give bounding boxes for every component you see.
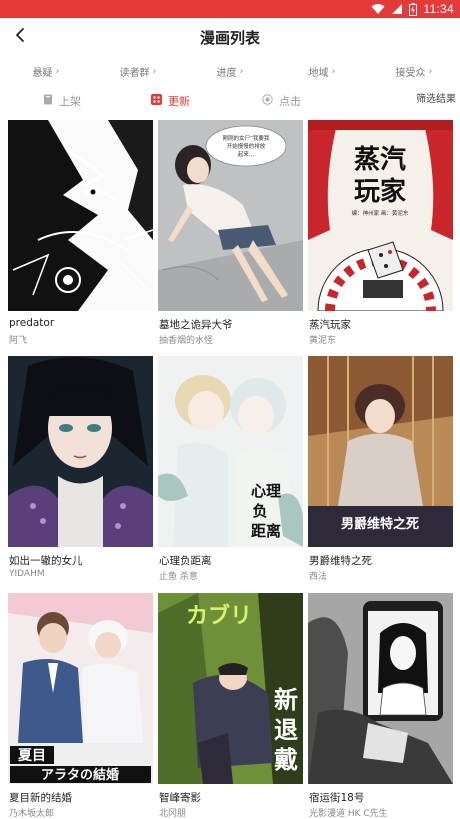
- cover-text: 起来...: [238, 150, 254, 158]
- comic-title: 宿运街18号: [309, 792, 365, 804]
- status-bar: 11:34: [0, 0, 460, 18]
- sort-tab-label: 上架: [59, 95, 81, 108]
- comic-author: 光影漫道 HK C先生: [309, 809, 388, 819]
- comic-author: 北冈朋: [159, 809, 187, 819]
- comic-cover: 夏目 アラタの結婚: [8, 593, 153, 784]
- cover-text: 刚刚的女尸”我要我: [223, 134, 270, 142]
- comic-title: 智峰寄影: [159, 792, 201, 804]
- comic-cover: カブリ 新 退 戴: [158, 593, 303, 784]
- status-time: 11:34: [423, 2, 454, 16]
- cover-text: 男爵维特之死: [341, 516, 419, 532]
- comic-title: 心理负距离: [159, 555, 212, 567]
- cover-text: 负: [252, 502, 267, 520]
- comic-cover: [308, 593, 453, 784]
- sort-tab-shelf[interactable]: 上架: [43, 90, 81, 112]
- filter-label: 读者群: [119, 67, 150, 79]
- cover-text: 戴: [274, 746, 298, 774]
- comic-cover: [8, 356, 153, 547]
- cover-text: 心理: [251, 482, 281, 500]
- book-icon: [43, 94, 53, 108]
- wifi-icon: [371, 3, 385, 15]
- comic-author: 抽香烟的水怪: [159, 336, 214, 346]
- cover-text: 新: [274, 686, 298, 714]
- click-icon: [262, 94, 273, 108]
- comic-cover: 刚刚的女尸”我要我 开始慢慢的排放 起来...: [158, 120, 303, 311]
- filter-audience[interactable]: 读者群 ›: [92, 60, 184, 82]
- chevron-right-icon: ›: [55, 65, 60, 77]
- comic-title: 墓地之诡异大爷: [159, 319, 233, 331]
- comic-title: 夏目新的结婚: [9, 792, 72, 804]
- cover-text: 退: [274, 716, 298, 744]
- sort-tab-update[interactable]: 更新: [151, 90, 190, 112]
- filter-label: 进度: [216, 67, 237, 79]
- sort-tabs: 上架 更新 点击 筛选结果: [0, 90, 460, 112]
- page-title: 漫画列表: [199, 29, 260, 47]
- comic-author: 黄泥东: [309, 336, 337, 346]
- cover-text: カブリ: [186, 603, 252, 629]
- comic-author: 西法: [309, 572, 328, 582]
- comic-author: 阿飞: [9, 336, 28, 346]
- cover-text: 距离: [251, 522, 281, 540]
- filter-region[interactable]: 地域 ›: [276, 60, 368, 82]
- cover-text: 编：神州家 画：黄泥东: [352, 209, 409, 217]
- cover-text: 夏目: [18, 747, 46, 764]
- comic-author: YIDAHM: [9, 569, 45, 579]
- comic-title: 蒸汽玩家: [309, 319, 351, 331]
- chevron-right-icon: ›: [331, 65, 336, 77]
- filter-label: 悬疑: [32, 67, 53, 79]
- filter-label: 接受众: [395, 67, 426, 79]
- status-icons: 11:34: [371, 0, 454, 18]
- comic-title: predator: [9, 317, 55, 329]
- cover-text: アラタの結婚: [41, 767, 119, 783]
- cover-text: 开始慢慢的排放: [227, 142, 266, 150]
- comic-cover: 蒸汽 玩家 编：神州家 画：黄泥东: [308, 120, 453, 311]
- filter-result-link[interactable]: 筛选结果: [416, 90, 456, 108]
- sort-tab-click[interactable]: 点击: [262, 90, 301, 112]
- comic-cover: [8, 120, 153, 311]
- filter-label: 地域: [308, 67, 329, 79]
- comic-author: 乃木坂太郎: [9, 809, 55, 819]
- chevron-right-icon: ›: [239, 65, 244, 77]
- comic-cover: 男爵维特之死: [308, 356, 453, 547]
- chevron-right-icon: ›: [428, 65, 433, 77]
- filter-row: 悬疑 › 读者群 › 进度 › 地域 › 接受众 ›: [0, 60, 460, 82]
- sort-tab-label: 点击: [279, 95, 301, 108]
- battery-icon: [409, 2, 418, 16]
- signal-icon: [391, 3, 403, 15]
- sort-tab-label: 更新: [168, 95, 190, 108]
- comic-title: 如出一辙的女儿: [9, 555, 83, 567]
- update-icon: [151, 94, 162, 108]
- app-bar: 漫画列表: [0, 18, 460, 56]
- filter-progress[interactable]: 进度 ›: [184, 60, 276, 82]
- filter-reader[interactable]: 接受众 ›: [368, 60, 460, 82]
- cover-text: 玩家: [354, 176, 406, 207]
- comic-title: 男爵维特之死: [309, 555, 372, 567]
- filter-genre[interactable]: 悬疑 ›: [0, 60, 92, 82]
- comic-cover: 心理 负 距离: [158, 356, 303, 547]
- cover-text: 蒸汽: [354, 145, 406, 175]
- comic-author: 止鱼 杀意: [159, 572, 198, 582]
- chevron-right-icon: ›: [152, 65, 157, 77]
